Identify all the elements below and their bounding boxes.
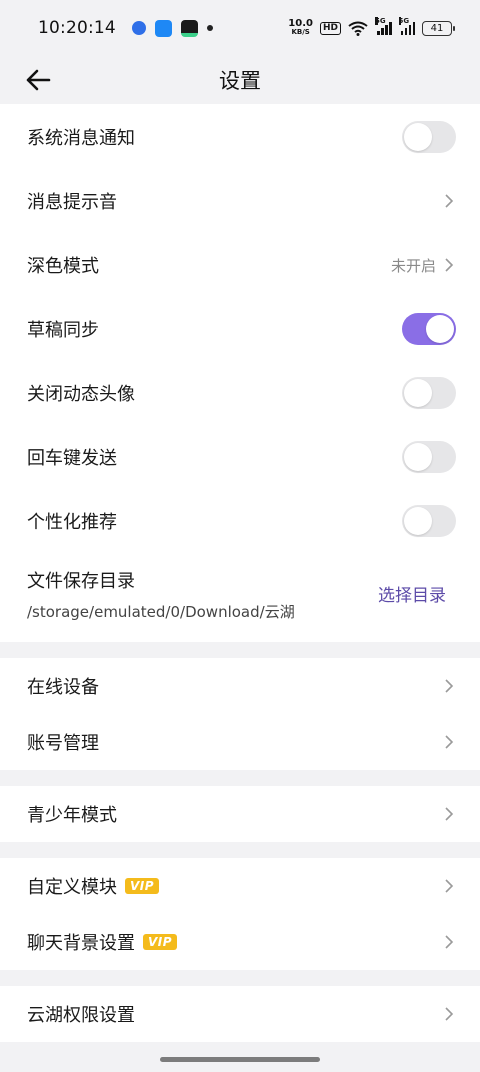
chevron-right-icon: [445, 194, 454, 208]
section-divider: [0, 970, 480, 986]
system-notify-toggle[interactable]: [402, 120, 456, 153]
settings-group-account: 在线设备 账号管理: [0, 658, 480, 770]
row-file-save-dir: 文件保存目录 /storage/emulated/0/Download/云湖 选…: [0, 553, 480, 642]
status-right: 10.0 KB/S HD 5G 5G 41: [288, 17, 455, 37]
row-account-manage[interactable]: 账号管理: [0, 714, 480, 770]
row-personal-rec[interactable]: 个性化推荐: [0, 489, 480, 553]
row-draft-sync[interactable]: 草稿同步: [0, 297, 480, 361]
home-indicator[interactable]: [160, 1057, 320, 1062]
nav-bar: 设置: [0, 56, 480, 104]
settings-group-permissions: 云湖权限设置: [0, 986, 480, 1042]
net-speed: 10.0 KB/S: [288, 19, 313, 37]
toggle-knob: [404, 507, 432, 535]
row-label: 自定义模块 VIP: [27, 873, 160, 899]
back-arrow-icon: [26, 69, 51, 91]
row-label: 青少年模式: [27, 805, 117, 826]
row-label: 聊天背景设置 VIP: [27, 929, 178, 955]
vip-badge: VIP: [125, 878, 160, 894]
row-label: 消息提示音: [27, 192, 117, 213]
chat-bg-label: 聊天背景设置: [27, 933, 135, 954]
row-label: 个性化推荐: [27, 512, 117, 533]
chevron-right-icon: [445, 807, 454, 821]
toggle-knob: [404, 379, 432, 407]
toggle-knob: [426, 315, 454, 343]
signal-2-label: 5G: [398, 17, 410, 25]
row-label: 在线设备: [27, 677, 99, 698]
select-directory-button[interactable]: 选择目录: [378, 581, 446, 606]
page-title: 设置: [219, 69, 261, 93]
settings-group-vip: 自定义模块 VIP 聊天背景设置 VIP: [0, 858, 480, 970]
custom-module-label: 自定义模块: [27, 877, 117, 898]
row-youth-mode[interactable]: 青少年模式: [0, 786, 480, 842]
hd-icon: HD: [319, 21, 341, 35]
dark-mode-value: 未开启: [390, 256, 436, 275]
row-label: 深色模式: [27, 256, 99, 277]
section-divider: [0, 642, 480, 658]
green-app-icon: [180, 19, 198, 37]
toggle-knob: [404, 122, 432, 151]
row-dark-mode[interactable]: 深色模式 未开启: [0, 233, 480, 297]
row-label: 云湖权限设置: [27, 1005, 135, 1026]
chevron-right-icon: [445, 735, 454, 749]
chevron-right-icon: [445, 935, 454, 949]
toggle-knob: [404, 443, 432, 471]
draft-sync-toggle[interactable]: [402, 313, 456, 345]
vip-badge: VIP: [143, 934, 178, 950]
signal-1-label: 5G: [375, 17, 386, 25]
chevron-right-icon: [445, 1007, 454, 1021]
settings-group-general: 系统消息通知 消息提示音 深色模式 未开启 草稿同步 关闭动态头像 回车键发送: [0, 104, 480, 642]
row-label: 草稿同步: [27, 320, 99, 341]
row-label: 系统消息通知: [27, 127, 135, 149]
wifi-icon: [348, 21, 368, 36]
signal-2-icon: 5G: [398, 17, 415, 35]
chevron-right-icon: [445, 879, 454, 893]
personal-rec-toggle[interactable]: [402, 505, 456, 537]
back-button[interactable]: [22, 64, 54, 96]
row-permissions[interactable]: 云湖权限设置: [0, 986, 480, 1042]
settings-group-youth: 青少年模式: [0, 786, 480, 842]
battery-icon: 41: [422, 20, 455, 36]
row-enter-send[interactable]: 回车键发送: [0, 425, 480, 489]
chevron-right-icon: [445, 679, 454, 693]
blue-app-icon: [154, 19, 172, 37]
status-bar: 10:20:14 10.0 KB/S HD 5G 5G 41: [0, 0, 480, 56]
row-close-avatar[interactable]: 关闭动态头像: [0, 361, 480, 425]
net-speed-unit: KB/S: [291, 28, 310, 36]
chevron-right-icon: [445, 258, 454, 272]
status-time: 10:20:14: [38, 18, 116, 38]
close-avatar-toggle[interactable]: [402, 377, 456, 409]
row-chat-background[interactable]: 聊天背景设置 VIP: [0, 914, 480, 970]
section-divider: [0, 842, 480, 858]
row-system-notify[interactable]: 系统消息通知: [0, 104, 480, 169]
battery-level: 41: [430, 22, 444, 34]
section-divider: [0, 770, 480, 786]
status-app-icons: [131, 19, 213, 37]
row-custom-module[interactable]: 自定义模块 VIP: [0, 858, 480, 914]
row-online-devices[interactable]: 在线设备: [0, 658, 480, 714]
row-notify-sound[interactable]: 消息提示音: [0, 169, 480, 233]
row-label: 账号管理: [27, 733, 99, 754]
enter-send-toggle[interactable]: [402, 441, 456, 473]
baidu-app-icon: [131, 21, 146, 35]
more-dot-icon: [206, 25, 213, 31]
signal-1-icon: 5G: [375, 17, 392, 35]
row-label: 回车键发送: [27, 448, 117, 469]
row-label: 关闭动态头像: [27, 384, 135, 405]
